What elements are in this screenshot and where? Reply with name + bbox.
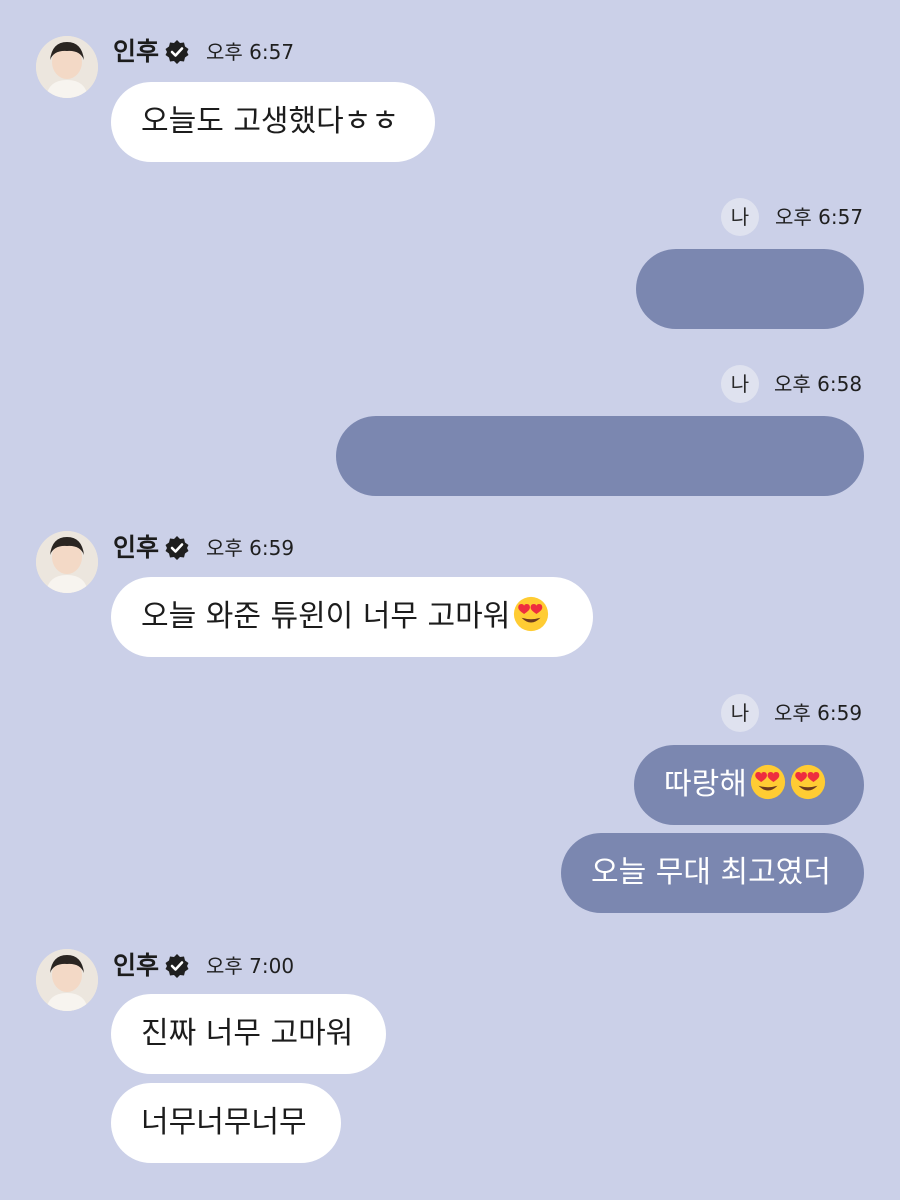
verified-check-icon: [165, 40, 189, 64]
message-time: 오후 7:00: [206, 954, 295, 978]
message-text: 진짜 너무 고마워: [141, 1016, 354, 1051]
verified-check-icon: [165, 954, 189, 978]
message-text: 오늘 와준 튜윈이 너무 고마워: [141, 599, 511, 634]
artist-avatar[interactable]: [36, 531, 98, 593]
heart-eyes-emoji-icon: [790, 764, 825, 800]
incoming-message-bubble[interactable]: 너무너무너무: [111, 1083, 341, 1163]
me-badge: 나: [721, 198, 759, 236]
message-text: 오늘 무대 최고였더: [591, 855, 831, 890]
message-time: 오후 6:59: [774, 701, 863, 725]
sender-name: 인후: [113, 951, 160, 980]
incoming-message-bubble[interactable]: 진짜 너무 고마워: [111, 994, 386, 1074]
me-badge: 나: [721, 365, 759, 403]
message-time: 오후 6:57: [775, 205, 864, 229]
artist-avatar[interactable]: [36, 36, 98, 98]
message-time: 오후 6:58: [774, 372, 863, 396]
heart-eyes-emoji-icon: [514, 596, 549, 632]
incoming-message-bubble[interactable]: 오늘 와준 튜윈이 너무 고마워: [111, 577, 593, 657]
message-time: 오후 6:57: [206, 40, 295, 64]
outgoing-message-bubble[interactable]: 따랑해: [634, 745, 864, 825]
message-time: 오후 6:59: [206, 536, 295, 560]
verified-check-icon: [165, 536, 189, 560]
heart-eyes-emoji-icon: [750, 764, 785, 800]
message-text: 따랑해: [664, 767, 747, 802]
incoming-message-bubble[interactable]: 오늘도 고생했다ㅎㅎ: [111, 82, 435, 162]
outgoing-message-bubble[interactable]: 오늘 무대 최고였더: [561, 833, 864, 913]
sender-name: 인후: [113, 533, 160, 562]
me-badge: 나: [721, 694, 759, 732]
artist-avatar[interactable]: [36, 949, 98, 1011]
message-text: 오늘도 고생했다ㅎㅎ: [141, 104, 399, 139]
outgoing-message-bubble-redacted[interactable]: [336, 416, 864, 496]
outgoing-message-bubble-redacted[interactable]: [636, 249, 864, 329]
message-text: 너무너무너무: [141, 1105, 307, 1140]
sender-name: 인후: [113, 37, 160, 66]
